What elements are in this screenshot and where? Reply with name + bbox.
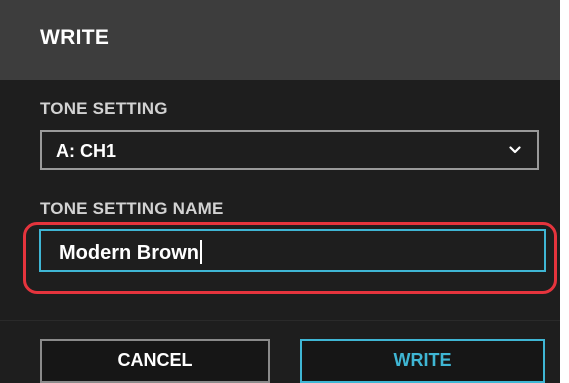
tone-setting-label: TONE SETTING (40, 99, 168, 118)
tone-setting-select[interactable]: A: CH1 (40, 130, 539, 170)
tone-setting-selected-value: A: CH1 (56, 141, 117, 161)
highlight-annotation (23, 222, 557, 294)
footer-divider (0, 320, 560, 321)
tone-setting-name-label: TONE SETTING NAME (40, 199, 224, 218)
dialog-title: WRITE (40, 26, 110, 49)
chevron-down-icon (509, 146, 521, 154)
write-dialog: WRITE TONE SETTING A: CH1 TONE SETTING N… (0, 0, 560, 383)
dialog-titlebar: WRITE (0, 0, 560, 80)
cancel-button[interactable]: CANCEL (40, 339, 270, 383)
write-button[interactable]: WRITE (300, 339, 545, 383)
